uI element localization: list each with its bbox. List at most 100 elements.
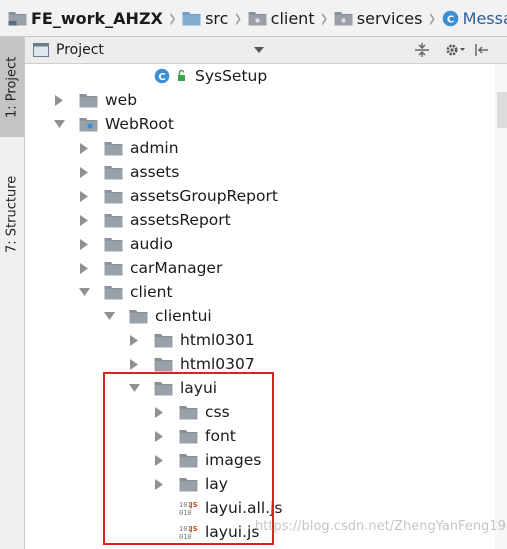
tree-item-label: images xyxy=(205,451,262,469)
tree-row[interactable]: css xyxy=(153,400,230,424)
breadcrumb-item[interactable]: services xyxy=(334,0,423,36)
tree-row[interactable]: clientui xyxy=(103,304,212,328)
hide-panel-icon[interactable] xyxy=(474,42,490,58)
folder-icon xyxy=(104,236,123,252)
project-folder-icon xyxy=(8,10,27,26)
folder-icon xyxy=(154,380,173,396)
expanded-arrow-icon[interactable] xyxy=(103,310,115,322)
folder-icon xyxy=(179,476,198,492)
tree-row[interactable]: font xyxy=(153,424,236,448)
collapsed-arrow-icon[interactable] xyxy=(78,214,90,226)
navigation-breadcrumb: FE_work_AHZX›src›client›services›CMessag… xyxy=(0,0,507,37)
folder-icon xyxy=(179,428,198,444)
tree-item-label: font xyxy=(205,427,236,445)
tree-row[interactable]: html0307 xyxy=(128,352,255,376)
folder-icon xyxy=(104,284,123,300)
source-folder-icon xyxy=(182,10,201,26)
tree-row[interactable]: lay xyxy=(153,472,228,496)
tree-row[interactable]: 101 010 JS layui.all.js xyxy=(153,496,282,520)
panel-title: Project xyxy=(56,42,104,58)
collapse-all-icon[interactable] xyxy=(414,42,430,58)
tree-item-label: layui.all.js xyxy=(205,499,283,517)
breadcrumb-item[interactable]: C MessageSe xyxy=(442,0,507,36)
tree-item-label: assetsGroupReport xyxy=(130,187,278,205)
view-selector-chevron-down-icon[interactable] xyxy=(253,47,264,53)
folder-icon xyxy=(179,404,198,420)
breadcrumb-separator-icon: › xyxy=(168,1,177,35)
collapsed-arrow-icon[interactable] xyxy=(153,454,165,466)
collapsed-arrow-icon[interactable] xyxy=(128,334,140,346)
collapsed-arrow-icon[interactable] xyxy=(78,262,90,274)
watermark: https://blog.csdn.net/ZhengYanFeng1989 xyxy=(255,519,507,534)
tree-item-label: clientui xyxy=(155,307,212,325)
collapsed-arrow-icon[interactable] xyxy=(153,406,165,418)
tree-row[interactable]: 101 010 JS layui.js xyxy=(153,520,259,544)
tree-item-label: client xyxy=(130,283,173,301)
collapsed-arrow-icon[interactable] xyxy=(78,142,90,154)
collapsed-arrow-icon[interactable] xyxy=(128,358,140,370)
project-panel-header: Project xyxy=(25,37,507,64)
folder-icon xyxy=(154,356,173,372)
collapsed-arrow-icon[interactable] xyxy=(153,478,165,490)
project-view-icon xyxy=(33,43,49,57)
tree-row[interactable]: audio xyxy=(78,232,173,256)
tree-item-label: assetsReport xyxy=(130,211,231,229)
package-icon xyxy=(334,10,353,26)
tree-item-label: css xyxy=(205,403,230,421)
structure-tool-tab-label: 7: Structure xyxy=(4,175,20,253)
breadcrumb-label: services xyxy=(356,8,423,28)
collapsed-arrow-icon[interactable] xyxy=(78,166,90,178)
expanded-arrow-icon[interactable] xyxy=(128,382,140,394)
svg-text:C: C xyxy=(158,72,165,83)
project-tool-tab-label: 1: Project xyxy=(4,56,20,118)
tree-row[interactable]: WebRoot xyxy=(53,112,174,136)
tree-item-label: assets xyxy=(130,163,180,181)
tool-window-strip: 1: Project 7: Structure xyxy=(0,37,25,549)
tree-row[interactable]: client xyxy=(78,280,173,304)
tree-scrollbar[interactable] xyxy=(495,64,507,549)
expanded-arrow-icon[interactable] xyxy=(53,118,65,130)
collapsed-arrow-icon[interactable] xyxy=(78,190,90,202)
tree-row[interactable]: C SysSetup xyxy=(128,64,267,88)
folder-icon xyxy=(79,92,98,108)
project-tree[interactable]: C SysSetup web WebRoot admin assets assetsGrou… xyxy=(25,64,495,549)
breadcrumb-item[interactable]: client xyxy=(248,0,315,36)
svg-text:C: C xyxy=(446,14,453,25)
settings-icon[interactable] xyxy=(444,42,466,58)
tree-row[interactable]: assetsReport xyxy=(78,208,231,232)
collapsed-arrow-icon[interactable] xyxy=(78,238,90,250)
tree-row[interactable]: assetsGroupReport xyxy=(78,184,278,208)
tree-item-label: WebRoot xyxy=(105,115,174,133)
scrollbar-thumb[interactable] xyxy=(497,92,507,128)
tree-row[interactable]: assets xyxy=(78,160,179,184)
tree-row[interactable]: layui xyxy=(128,376,217,400)
breadcrumb-item[interactable]: src xyxy=(182,0,228,36)
tree-item-label: carManager xyxy=(130,259,223,277)
class-icon: C xyxy=(154,68,188,84)
breadcrumb-label: src xyxy=(205,8,229,28)
javascript-file-icon: 101 010 JS xyxy=(179,523,198,541)
svg-text:JS: JS xyxy=(189,501,198,509)
collapsed-arrow-icon[interactable] xyxy=(153,430,165,442)
breadcrumb-label: client xyxy=(270,8,315,28)
breadcrumb-label: FE_work_AHZX xyxy=(31,8,163,28)
project-tool-tab[interactable]: 1: Project xyxy=(0,37,24,137)
breadcrumb-label: MessageSe xyxy=(462,8,507,28)
expanded-arrow-icon[interactable] xyxy=(78,286,90,298)
tree-row[interactable]: web xyxy=(53,88,137,112)
package-icon xyxy=(248,10,267,26)
structure-tool-tab[interactable]: 7: Structure xyxy=(0,149,24,279)
breadcrumb-separator-icon: › xyxy=(234,1,242,35)
breadcrumb-separator-icon: › xyxy=(428,1,436,35)
tree-item-label: admin xyxy=(130,139,179,157)
tree-item-label: html0301 xyxy=(180,331,255,349)
tree-item-label: audio xyxy=(130,235,173,253)
tree-row[interactable]: carManager xyxy=(78,256,222,280)
collapsed-arrow-icon[interactable] xyxy=(53,94,65,106)
tree-row[interactable]: html0301 xyxy=(128,328,255,352)
breadcrumb-item[interactable]: FE_work_AHZX xyxy=(8,0,163,36)
tree-row[interactable]: images xyxy=(153,448,261,472)
folder-icon xyxy=(104,140,123,156)
tree-row[interactable]: admin xyxy=(78,136,179,160)
